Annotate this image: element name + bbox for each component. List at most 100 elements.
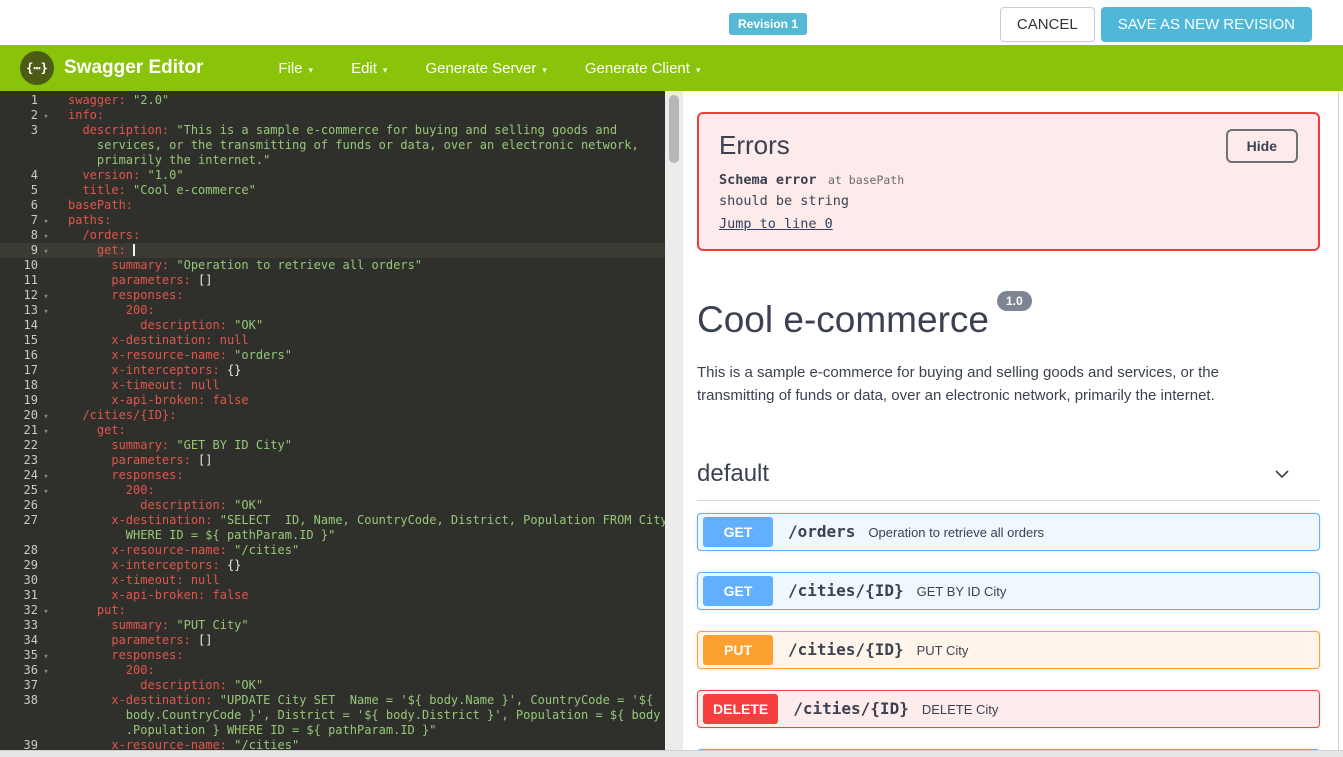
code-line[interactable]: 20▾ /cities/{ID}: bbox=[0, 408, 665, 423]
code-text[interactable]: services, or the transmitting of funds o… bbox=[56, 138, 665, 153]
code-editor[interactable]: 1swagger: "2.0"2▾info:3 description: "Th… bbox=[0, 91, 665, 757]
code-line[interactable]: 31 x-api-broken: false bbox=[0, 588, 665, 603]
tag-section-header[interactable]: default bbox=[697, 460, 1320, 501]
code-line[interactable]: 9▾ get: bbox=[0, 243, 665, 258]
cancel-button[interactable]: CANCEL bbox=[1000, 7, 1095, 42]
code-text[interactable]: /orders: bbox=[56, 228, 665, 243]
code-line[interactable]: 14 description: "OK" bbox=[0, 318, 665, 333]
code-line[interactable]: 4 version: "1.0" bbox=[0, 168, 665, 183]
editor-scrollbar-track[interactable] bbox=[665, 91, 683, 757]
code-line[interactable]: 38 x-destination: "UPDATE City SET Name … bbox=[0, 693, 665, 708]
code-line[interactable]: 33 summary: "PUT City" bbox=[0, 618, 665, 633]
code-text[interactable]: x-api-broken: false bbox=[56, 393, 665, 408]
code-text[interactable]: x-destination: "SELECT ID, Name, Country… bbox=[56, 513, 665, 528]
code-text[interactable]: swagger: "2.0" bbox=[56, 93, 665, 108]
hide-errors-button[interactable]: Hide bbox=[1226, 129, 1298, 163]
code-text[interactable]: responses: bbox=[56, 468, 665, 483]
code-text[interactable]: info: bbox=[56, 108, 665, 123]
code-line[interactable]: 13▾ 200: bbox=[0, 303, 665, 318]
code-line[interactable]: 29 x-interceptors: {} bbox=[0, 558, 665, 573]
code-line[interactable]: 19 x-api-broken: false bbox=[0, 393, 665, 408]
code-line[interactable]: 32▾ put: bbox=[0, 603, 665, 618]
code-line[interactable]: 34 parameters: [] bbox=[0, 633, 665, 648]
code-line[interactable]: 12▾ responses: bbox=[0, 288, 665, 303]
code-text[interactable]: description: "OK" bbox=[56, 498, 665, 513]
code-line[interactable]: 22 summary: "GET BY ID City" bbox=[0, 438, 665, 453]
code-line[interactable]: 5 title: "Cool e-commerce" bbox=[0, 183, 665, 198]
code-text[interactable]: description: "OK" bbox=[56, 678, 665, 693]
code-line[interactable]: 37 description: "OK" bbox=[0, 678, 665, 693]
code-line[interactable]: 6basePath: bbox=[0, 198, 665, 213]
code-text[interactable]: x-api-broken: false bbox=[56, 588, 665, 603]
code-text[interactable]: responses: bbox=[56, 288, 665, 303]
code-text[interactable]: x-timeout: null bbox=[56, 573, 665, 588]
code-line[interactable]: .Population } WHERE ID = ${ pathParam.ID… bbox=[0, 723, 665, 738]
code-text[interactable]: x-interceptors: {} bbox=[56, 363, 665, 378]
code-text[interactable]: 200: bbox=[56, 483, 665, 498]
code-text[interactable]: parameters: [] bbox=[56, 633, 665, 648]
code-text[interactable]: summary: "GET BY ID City" bbox=[56, 438, 665, 453]
code-text[interactable]: description: "OK" bbox=[56, 318, 665, 333]
panel-scrollbar[interactable] bbox=[1338, 91, 1339, 750]
code-text[interactable]: 200: bbox=[56, 303, 665, 318]
code-line[interactable]: 25▾ 200: bbox=[0, 483, 665, 498]
code-text[interactable]: summary: "Operation to retrieve all orde… bbox=[56, 258, 665, 273]
code-line[interactable]: 24▾ responses: bbox=[0, 468, 665, 483]
code-text[interactable]: primarily the internet." bbox=[56, 153, 665, 168]
code-line[interactable]: 17 x-interceptors: {} bbox=[0, 363, 665, 378]
code-line[interactable]: 16 x-resource-name: "orders" bbox=[0, 348, 665, 363]
code-text[interactable]: description: "This is a sample e-commerc… bbox=[56, 123, 665, 138]
code-text[interactable]: WHERE ID = ${ pathParam.ID }" bbox=[56, 528, 665, 543]
code-line[interactable]: 27 x-destination: "SELECT ID, Name, Coun… bbox=[0, 513, 665, 528]
code-line[interactable]: services, or the transmitting of funds o… bbox=[0, 138, 665, 153]
code-line[interactable]: 23 parameters: [] bbox=[0, 453, 665, 468]
code-text[interactable]: put: bbox=[56, 603, 665, 618]
code-text[interactable]: .Population } WHERE ID = ${ pathParam.ID… bbox=[56, 723, 665, 738]
code-line[interactable]: 26 description: "OK" bbox=[0, 498, 665, 513]
code-text[interactable]: body.CountryCode }', District = '${ body… bbox=[56, 708, 665, 723]
code-text[interactable]: responses: bbox=[56, 648, 665, 663]
menu-generate-server[interactable]: Generate Server▾ bbox=[406, 60, 565, 77]
code-line[interactable]: 30 x-timeout: null bbox=[0, 573, 665, 588]
operation-row[interactable]: DELETE/cities/{ID}DELETE City bbox=[697, 690, 1320, 728]
code-line[interactable]: 36▾ 200: bbox=[0, 663, 665, 678]
menu-generate-client[interactable]: Generate Client▾ bbox=[566, 60, 720, 77]
code-text[interactable]: x-destination: "UPDATE City SET Name = '… bbox=[56, 693, 665, 708]
menu-edit[interactable]: Edit▾ bbox=[332, 60, 406, 77]
code-line[interactable]: 28 x-resource-name: "/cities" bbox=[0, 543, 665, 558]
code-text[interactable]: get: bbox=[56, 423, 665, 438]
operation-row[interactable]: GET/ordersOperation to retrieve all orde… bbox=[697, 513, 1320, 551]
code-line[interactable]: body.CountryCode }', District = '${ body… bbox=[0, 708, 665, 723]
code-text[interactable]: version: "1.0" bbox=[56, 168, 665, 183]
code-line[interactable]: 8▾ /orders: bbox=[0, 228, 665, 243]
code-text[interactable]: x-destination: null bbox=[56, 333, 665, 348]
editor-scrollbar-thumb[interactable] bbox=[669, 95, 679, 163]
code-text[interactable]: x-timeout: null bbox=[56, 378, 665, 393]
code-line[interactable]: 3 description: "This is a sample e-comme… bbox=[0, 123, 665, 138]
code-line[interactable]: 15 x-destination: null bbox=[0, 333, 665, 348]
code-line[interactable]: primarily the internet." bbox=[0, 153, 665, 168]
code-text[interactable]: paths: bbox=[56, 213, 665, 228]
code-line[interactable]: 21▾ get: bbox=[0, 423, 665, 438]
operation-row[interactable]: GET/cities/{ID}GET BY ID City bbox=[697, 572, 1320, 610]
menu-file[interactable]: File▾ bbox=[259, 60, 332, 77]
code-text[interactable]: x-resource-name: "/cities" bbox=[56, 543, 665, 558]
code-text[interactable]: 200: bbox=[56, 663, 665, 678]
code-line[interactable]: WHERE ID = ${ pathParam.ID }" bbox=[0, 528, 665, 543]
code-text[interactable]: title: "Cool e-commerce" bbox=[56, 183, 665, 198]
code-text[interactable]: parameters: [] bbox=[56, 273, 665, 288]
code-text[interactable]: x-interceptors: {} bbox=[56, 558, 665, 573]
code-text[interactable]: x-resource-name: "orders" bbox=[56, 348, 665, 363]
code-text[interactable]: get: bbox=[56, 243, 665, 258]
code-text[interactable]: /cities/{ID}: bbox=[56, 408, 665, 423]
code-line[interactable]: 18 x-timeout: null bbox=[0, 378, 665, 393]
code-text[interactable]: parameters: [] bbox=[56, 453, 665, 468]
operation-row[interactable]: PUT/cities/{ID}PUT City bbox=[697, 631, 1320, 669]
code-line[interactable]: 35▾ responses: bbox=[0, 648, 665, 663]
code-line[interactable]: 7▾paths: bbox=[0, 213, 665, 228]
code-text[interactable]: summary: "PUT City" bbox=[56, 618, 665, 633]
code-line[interactable]: 11 parameters: [] bbox=[0, 273, 665, 288]
code-text[interactable]: basePath: bbox=[56, 198, 665, 213]
code-line[interactable]: 1swagger: "2.0" bbox=[0, 93, 665, 108]
code-line[interactable]: 2▾info: bbox=[0, 108, 665, 123]
